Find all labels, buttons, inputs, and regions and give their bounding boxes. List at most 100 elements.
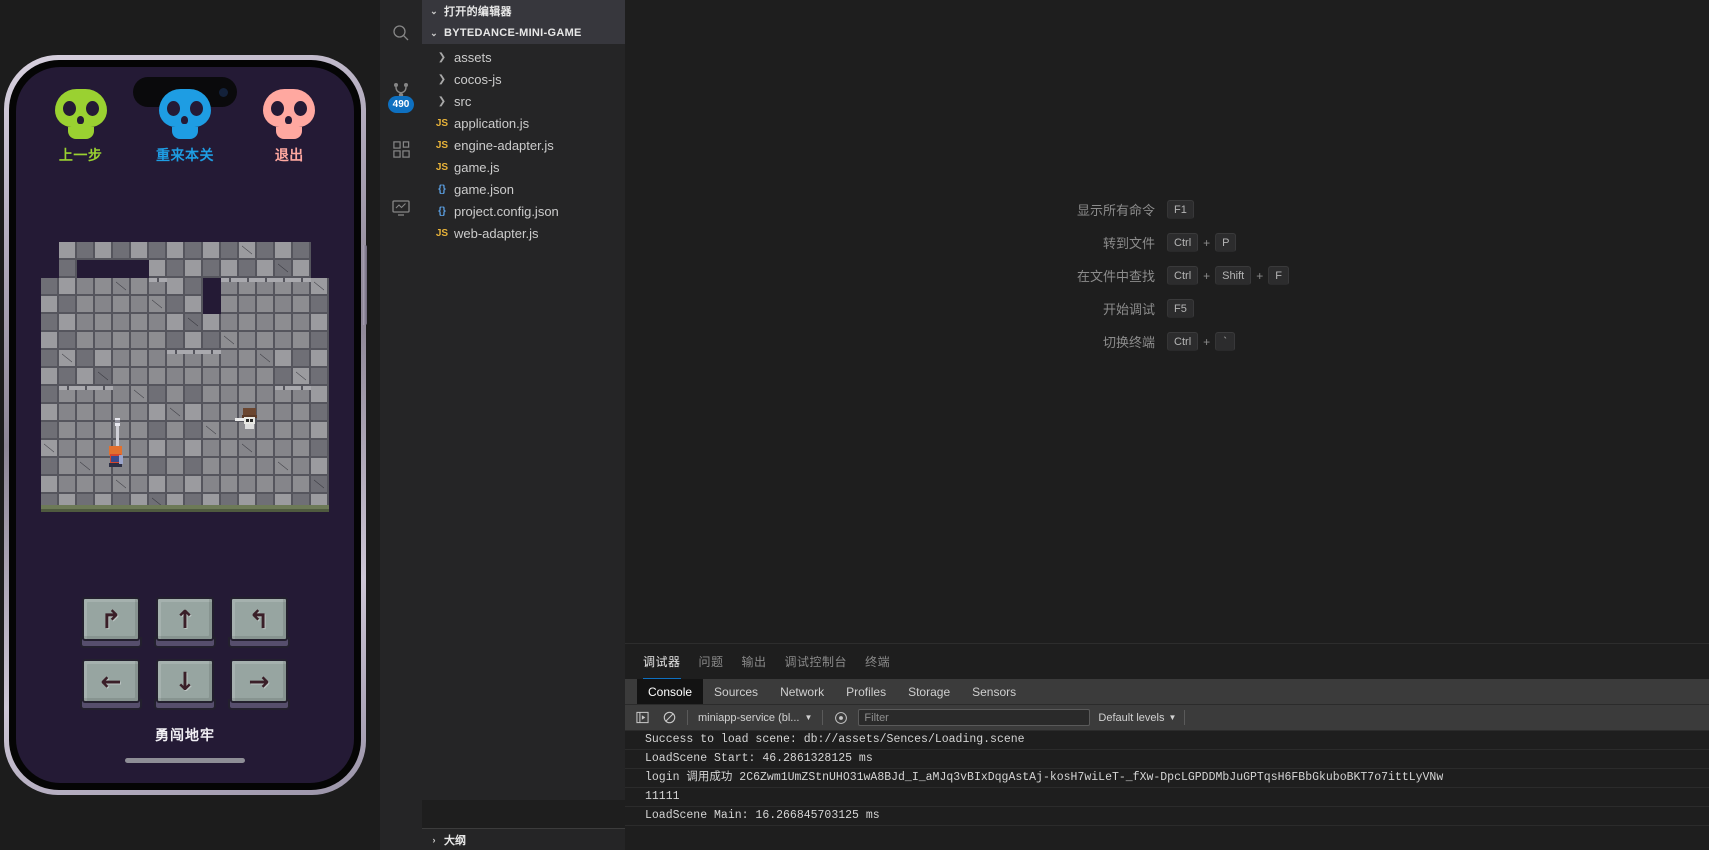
devtools-tab-profiles[interactable]: Profiles (835, 679, 897, 704)
shortcut-keys: F1 (1167, 200, 1194, 219)
phone-bezel: 上一步 重来本关 退出 ↱ ↑ ↰ ← ↓ → 勇闯地牢 (9, 60, 361, 790)
tree-item-project-config-json[interactable]: {} project.config.json (422, 200, 625, 222)
game-button-label: 退出 (274, 147, 304, 163)
source-control-icon[interactable]: 490 (384, 74, 418, 113)
section-open-editors-label: 打开的编辑器 (444, 6, 512, 18)
tree-item-src[interactable]: ❯ src (422, 90, 625, 112)
down-key[interactable]: ↓ (154, 659, 216, 711)
section-project-root[interactable]: ⌄ BYTEDANCE-MINI-GAME (422, 22, 625, 44)
console-log-list: Success to load scene: db://assets/Sence… (625, 731, 1709, 826)
devtools-tab-console[interactable]: Console (637, 679, 704, 704)
kbd-key: Ctrl (1167, 266, 1199, 285)
section-open-editors[interactable]: ⌄ 打开的编辑器 (422, 0, 625, 22)
tree-item-game-js[interactable]: JS game.js (422, 156, 625, 178)
key-plus: + (1256, 268, 1264, 283)
console-log-row: Success to load scene: db://assets/Sence… (625, 731, 1709, 750)
section-outline[interactable]: › 大纲 (422, 828, 625, 850)
devtools-tab-sources[interactable]: Sources (703, 679, 769, 704)
devtools-tab-sensors[interactable]: Sensors (961, 679, 1027, 704)
remote-explorer-icon[interactable] (384, 190, 418, 224)
left-key[interactable]: ← (80, 659, 142, 711)
tree-item-cocos-js[interactable]: ❯ cocos-js (422, 68, 625, 90)
panel-tab-问题[interactable]: 问题 (699, 644, 724, 679)
chevron-down-icon: ▼ (804, 713, 813, 722)
chevron-down-icon: ⌄ (430, 27, 438, 38)
key-plus: + (1203, 334, 1211, 349)
game-button-label: 重来本关 (155, 147, 214, 163)
home-indicator (125, 758, 245, 763)
live-expression-icon[interactable] (831, 709, 850, 726)
tree-item-label: engine-adapter.js (454, 137, 554, 153)
devtools-tab-network[interactable]: Network (769, 679, 835, 704)
activity-bar: 490 (380, 0, 422, 850)
console-filter-placeholder: Filter (864, 711, 889, 724)
execute-snippet-icon[interactable] (633, 709, 652, 726)
search-icon[interactable] (384, 16, 418, 50)
game-button-prev-step[interactable]: 上一步 (54, 89, 107, 165)
toolbar-divider (1184, 710, 1186, 725)
devtools-tab-bar: Console Sources Network Profiles Storage Sens… (625, 679, 1709, 705)
panel-tab-输出[interactable]: 输出 (742, 644, 767, 679)
tree-item-label: cocos-js (454, 71, 502, 87)
console-log-row: LoadScene Main: 16.266845703125 ms (625, 807, 1709, 826)
toolbar-divider (687, 710, 688, 725)
editor-shortcuts-watermark: 显示所有命令 F1 转到文件 Ctrl + P 在文件中查找 Ctrl + Shift + F 开始调试… (1045, 200, 1289, 351)
kbd-key: Ctrl (1167, 233, 1199, 252)
rotate-right-key[interactable]: ↰ (228, 597, 290, 649)
dungeon-map (41, 242, 329, 512)
console-filter-input[interactable]: Filter (858, 709, 1091, 726)
chevron-down-icon: ▼ (1168, 713, 1177, 722)
game-button-restart-level[interactable]: 重来本关 (156, 89, 214, 165)
console-log-row: login 调用成功 2C6Zwm1UmZStnUHO31wA8BJd_I_aM… (625, 769, 1709, 788)
console-levels-select[interactable]: Default levels ▼ (1098, 712, 1176, 724)
clear-console-icon[interactable] (660, 709, 679, 726)
source-control-badge: 490 (388, 96, 414, 113)
kbd-key: F5 (1167, 299, 1194, 318)
js-icon: JS (435, 227, 449, 239)
tree-item-application-js[interactable]: JS application.js (422, 112, 625, 134)
up-key[interactable]: ↑ (154, 597, 216, 649)
extensions-icon[interactable] (384, 132, 418, 166)
tree-item-game-json[interactable]: {} game.json (422, 178, 625, 200)
console-context-select[interactable]: miniapp-service (bl... ▼ (696, 712, 814, 724)
game-title: 勇闯地牢 (155, 727, 215, 743)
tree-item-assets[interactable]: ❯ assets (422, 46, 625, 68)
chevron-right-icon: ❯ (437, 73, 447, 85)
panel-tab-调试器[interactable]: 调试器 (643, 644, 681, 679)
rotate-left-key[interactable]: ↱ (80, 597, 142, 649)
shortcut-keys: Ctrl + P (1167, 233, 1237, 252)
game-button-label: 上一步 (58, 147, 103, 163)
section-outline-label: 大纲 (444, 834, 466, 847)
phone-side-button[interactable] (363, 245, 367, 325)
tree-item-web-adapter-js[interactable]: JS web-adapter.js (422, 222, 625, 244)
simulator-pane: 上一步 重来本关 退出 ↱ ↑ ↰ ← ↓ → 勇闯地牢 (0, 0, 380, 850)
shortcut-row: 切换终端 Ctrl + ` (1045, 332, 1289, 351)
tree-item-label: game.json (454, 181, 514, 197)
panel-tab-终端[interactable]: 终端 (865, 644, 890, 679)
arrow-icon: ↑ (174, 604, 196, 634)
json-icon: {} (438, 183, 446, 195)
shortcut-keys: Ctrl + ` (1167, 332, 1236, 351)
json-icon: {} (438, 205, 446, 217)
file-tree: ❯ assets ❯ cocos-js ❯ src JS application.js JS en… (422, 44, 625, 244)
arrow-icon: → (248, 666, 270, 696)
shortcut-row: 开始调试 F5 (1045, 299, 1289, 318)
arrow-icon: ↰ (248, 604, 270, 634)
devtools-tab-storage[interactable]: Storage (897, 679, 961, 704)
kbd-key: Ctrl (1167, 332, 1199, 351)
kbd-key: F (1268, 266, 1289, 285)
game-button-exit[interactable]: 退出 (263, 89, 316, 165)
tree-item-label: application.js (454, 115, 530, 131)
panel-tab-调试控制台[interactable]: 调试控制台 (785, 644, 848, 679)
skull-icon (158, 89, 211, 139)
editor-area: 显示所有命令 F1 转到文件 Ctrl + P 在文件中查找 Ctrl + Shift + F 开始调试… (625, 0, 1709, 643)
dungeon-map-canvas (41, 242, 329, 512)
console-levels-label: Default levels (1098, 711, 1165, 724)
console-log-row: 11111 (625, 788, 1709, 807)
shortcut-label: 开始调试 (1103, 302, 1156, 317)
tree-item-label: assets (454, 49, 492, 65)
tree-item-engine-adapter-js[interactable]: JS engine-adapter.js (422, 134, 625, 156)
arrow-icon: ← (100, 666, 122, 696)
right-key[interactable]: → (228, 659, 290, 711)
kbd-key: ` (1215, 332, 1236, 351)
